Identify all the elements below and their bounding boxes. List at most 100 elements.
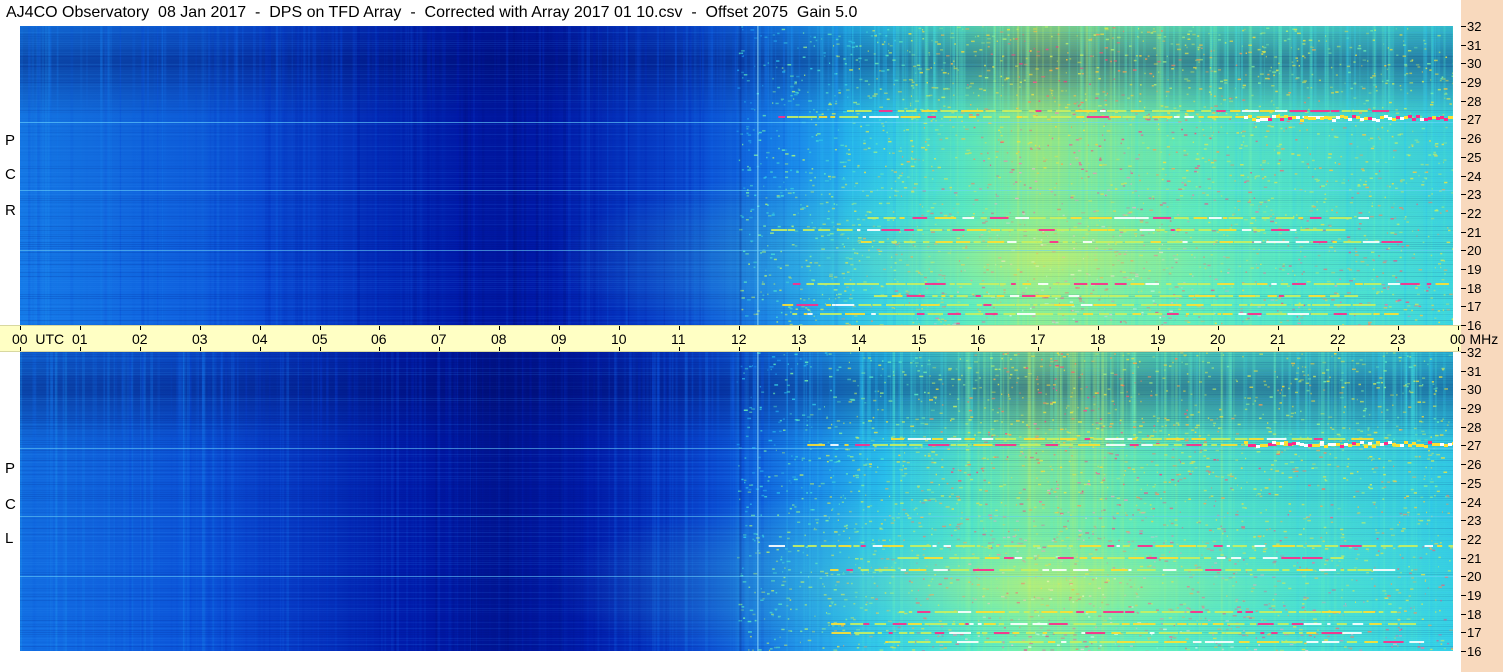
rfi-segment	[1033, 304, 1038, 306]
rfi-segment	[869, 116, 879, 118]
rfi-segment	[966, 229, 987, 231]
rfi-segment	[934, 217, 956, 219]
rfi-segment	[1278, 295, 1284, 297]
rfi-segment	[1159, 295, 1182, 297]
rfi-27mhz	[1376, 119, 1380, 122]
rfi-segment	[1017, 313, 1036, 315]
rfi-segment	[1332, 241, 1337, 243]
rfi-27mhz	[1360, 118, 1364, 121]
rfi-27mhz	[1392, 118, 1396, 121]
rfi-segment	[1251, 217, 1256, 219]
rfi-segment	[1256, 116, 1270, 118]
rfi-segment	[1207, 116, 1219, 118]
rfi-segment	[1287, 313, 1310, 315]
rfi-segment	[1341, 110, 1351, 112]
rfi-segment	[1192, 241, 1216, 243]
rfi-segment	[818, 116, 828, 118]
rfi-segment	[1218, 116, 1232, 118]
rfi-segment	[1055, 110, 1071, 112]
rfi-segment	[872, 304, 882, 306]
rfi-segment	[927, 116, 936, 118]
rfi-segment	[1241, 283, 1256, 285]
rfi-segment	[1208, 217, 1222, 219]
rfi-27mhz	[1344, 116, 1348, 119]
rfi-segment	[1325, 229, 1346, 231]
rfi-segment	[1276, 217, 1295, 219]
rfi-segment	[1333, 304, 1351, 306]
rfi-segment	[1267, 295, 1277, 297]
rfi-segment	[1329, 217, 1352, 219]
rfi-segment	[1114, 283, 1127, 285]
rfi-27mhz	[1280, 118, 1284, 121]
rfi-segment	[1362, 241, 1380, 243]
rfi-segment	[1230, 110, 1241, 112]
rfi-27mhz	[1424, 118, 1428, 121]
rfi-segment	[1082, 241, 1093, 243]
rfi-segment	[1309, 217, 1322, 219]
rfi-segment	[905, 110, 917, 112]
rfi-segment	[1186, 304, 1204, 306]
rfi-segment	[1035, 110, 1042, 112]
rfi-segment	[1426, 283, 1432, 285]
rfi-segment	[1109, 295, 1129, 297]
rfi-27mhz	[1356, 116, 1360, 119]
rfi-segment	[1035, 313, 1054, 315]
rfi-segment	[930, 229, 943, 231]
rfi-segment	[1074, 283, 1088, 285]
rfi-segment	[916, 313, 925, 315]
rfi-27mhz	[1312, 117, 1316, 120]
rfi-segment	[956, 295, 968, 297]
rfi-27mhz	[1308, 117, 1312, 120]
rfi-segment	[1001, 229, 1014, 231]
rfi-segment	[1256, 283, 1268, 285]
chart-title: AJ4CO Observatory 08 Jan 2017 - DPS on T…	[0, 0, 1461, 26]
rfi-segment	[932, 295, 938, 297]
rfi-segment	[1198, 229, 1212, 231]
rfi-segment	[1086, 116, 1109, 118]
rfi-segment	[1239, 304, 1248, 306]
rfi-segment	[1271, 283, 1277, 285]
rfi-segment	[1145, 283, 1159, 285]
panel-letter: P	[5, 132, 16, 149]
rfi-segment	[1218, 295, 1234, 297]
rfi-segment	[798, 116, 817, 118]
rfi-segment	[878, 110, 893, 112]
rfi-segment	[983, 295, 996, 297]
rfi-segment	[975, 295, 981, 297]
rfi-segment	[771, 229, 788, 231]
rfi-segment	[1093, 304, 1117, 306]
rfi-segment	[949, 283, 955, 285]
rfi-segment	[899, 217, 905, 219]
rfi-segment	[792, 313, 798, 315]
rfi-27mhz	[1432, 116, 1436, 119]
rfi-segment	[1056, 229, 1070, 231]
rfi-segment	[820, 313, 842, 315]
rfi-segment	[855, 110, 872, 112]
rfi-27mhz	[1276, 115, 1280, 118]
rfi-segment	[817, 283, 840, 285]
rfi-segment	[1182, 241, 1188, 243]
rfi-27mhz	[1396, 116, 1400, 119]
rfi-segment	[1099, 313, 1110, 315]
rfi-27mhz	[1420, 118, 1424, 121]
rfi-segment	[1075, 110, 1097, 112]
rfi-segment	[924, 283, 946, 285]
rfi-27mhz	[1324, 116, 1328, 119]
rfi-27mhz	[1384, 115, 1388, 118]
rfi-27mhz	[1300, 119, 1304, 122]
rfi-segment	[1363, 283, 1382, 285]
rfi-27mhz	[1340, 115, 1344, 118]
rfi-segment	[1130, 110, 1145, 112]
rfi-segment	[1201, 110, 1212, 112]
rfi-segment	[803, 313, 808, 315]
rfi-segment	[1011, 283, 1016, 285]
rfi-segment	[858, 304, 872, 306]
rfi-segment	[920, 304, 940, 306]
rfi-segment	[1181, 229, 1195, 231]
rfi-segment	[1062, 241, 1068, 243]
rfi-segment	[1175, 229, 1182, 231]
rfi-segment	[979, 283, 1000, 285]
rfi-segment	[956, 241, 971, 243]
rfi-segment	[1290, 229, 1297, 231]
rfi-segment	[1028, 110, 1035, 112]
